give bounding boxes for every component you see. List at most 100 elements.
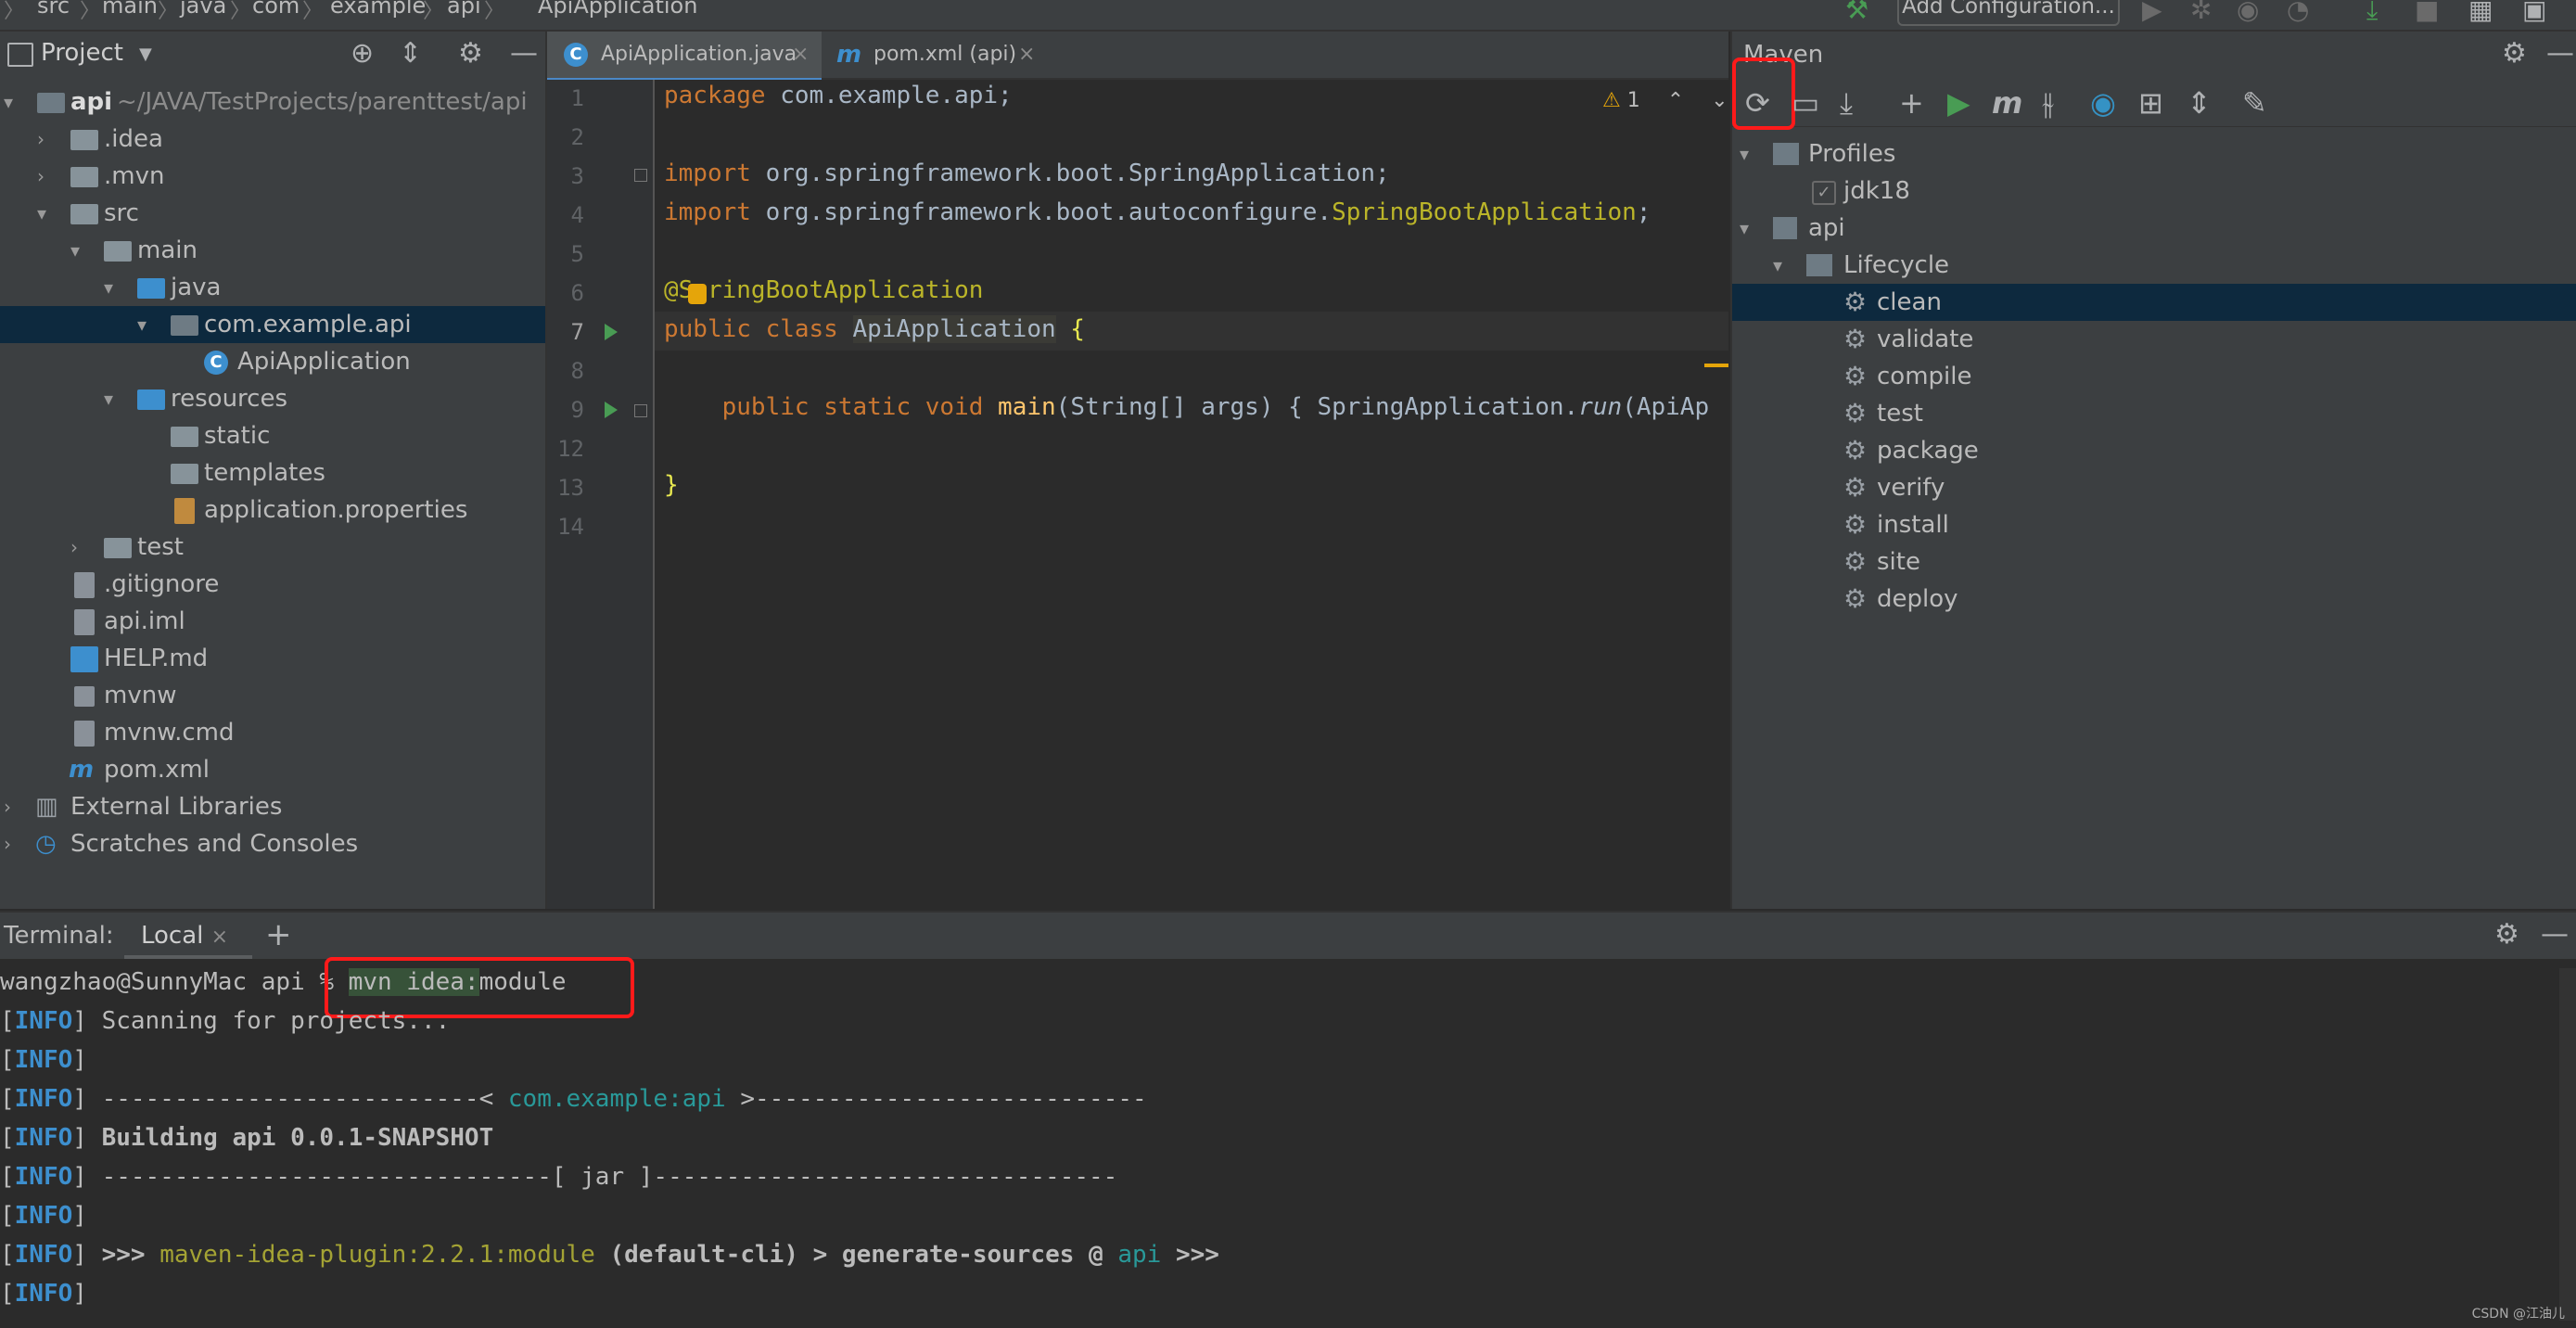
skip-tests-icon[interactable]: ◉ [2090, 85, 2116, 121]
tree-item-main[interactable]: ▾ main [0, 232, 545, 269]
error-stripe-marker[interactable] [1704, 364, 1728, 367]
chevron-down-icon[interactable]: ▾ [70, 232, 80, 269]
add-icon[interactable]: + [265, 916, 292, 953]
tree-item-pom[interactable]: m pom.xml [0, 751, 545, 788]
tree-item-templates[interactable]: templates [0, 454, 545, 492]
run-icon[interactable]: ▶ [2142, 0, 2162, 25]
tree-item-package[interactable]: ▾ com.example.api [0, 306, 545, 343]
hide-icon[interactable]: — [2546, 37, 2574, 70]
maven-goal-package[interactable]: ⚙ package [1732, 432, 2576, 469]
gear-icon[interactable]: ⚙ [2494, 918, 2519, 951]
run-configuration-button[interactable]: Add Configuration... [1897, 0, 2120, 26]
chevron-down-icon[interactable]: ▾ [1740, 135, 1749, 172]
maven-profile-item[interactable]: ✓ jdk18 [1732, 172, 2576, 210]
chevron-down-icon[interactable]: ⌄ [1711, 89, 1728, 112]
run-gutter-icon[interactable] [605, 324, 618, 340]
tree-item-idea[interactable]: › .idea [0, 121, 545, 158]
stop-icon[interactable]: ■ [2415, 0, 2439, 25]
gear-icon[interactable]: ⚙ [2502, 37, 2527, 70]
add-icon[interactable]: + [1899, 85, 1924, 121]
chevron-down-icon[interactable]: ▾ [4, 83, 13, 121]
tab-pom[interactable]: m pom.xml (api) × [825, 32, 1048, 78]
tree-item-gitignore[interactable]: .gitignore [0, 566, 545, 603]
fold-icon[interactable] [634, 169, 647, 182]
run-anything-icon[interactable]: ▣ [2522, 0, 2546, 25]
maven-goal-deploy[interactable]: ⚙ deploy [1732, 581, 2576, 618]
coverage-icon[interactable]: ◉ [2237, 0, 2259, 25]
terminal-tool-window[interactable]: Terminal: Local × + ⚙ — wangzhao@SunnyMa… [0, 911, 2576, 1328]
tree-item-help-md[interactable]: HELP.md [0, 640, 545, 677]
inspection-widget[interactable]: ⚠ 1 ⌃ ⌄ [1602, 89, 1728, 112]
build-hammer-icon[interactable]: ⚒ [1845, 0, 1868, 25]
project-panel-title[interactable]: Project [41, 39, 123, 67]
close-icon[interactable]: × [1018, 32, 1035, 78]
chevron-right-icon[interactable]: › [70, 529, 78, 566]
maven-goal-compile[interactable]: ⚙ compile [1732, 358, 2576, 395]
terminal-scrollbar[interactable] [2559, 968, 2576, 1321]
tree-item-resources[interactable]: ▾ resources [0, 380, 545, 417]
chevron-down-icon[interactable]: ▾ [104, 380, 113, 417]
intention-bulb-icon[interactable] [688, 284, 707, 304]
breadcrumb-item[interactable]: java [180, 0, 226, 19]
chevron-down-icon[interactable]: ▾ [37, 195, 46, 232]
tree-item-mvn[interactable]: › .mvn [0, 158, 545, 195]
maven-goal-validate[interactable]: ⚙ validate [1732, 321, 2576, 358]
maven-goal-install[interactable]: ⚙ install [1732, 506, 2576, 543]
tree-item-mvnw[interactable]: mvnw [0, 677, 545, 714]
chevron-down-icon[interactable]: ▾ [137, 306, 147, 343]
breadcrumb-item[interactable]: api [447, 0, 481, 19]
chevron-right-icon[interactable]: › [37, 121, 45, 158]
chevron-down-icon[interactable]: ▼ [139, 45, 152, 64]
run-icon[interactable]: ▶ [1947, 85, 1970, 121]
project-structure-icon[interactable]: ▦ [2468, 0, 2493, 25]
collapse-all-icon[interactable]: ⇕ [2187, 85, 2212, 121]
tab-local[interactable]: Local × [141, 922, 228, 950]
execute-goal-icon[interactable]: m [1992, 85, 2022, 121]
download-icon[interactable]: ⤓ [1840, 85, 1853, 121]
maven-goal-clean[interactable]: ⚙ clean [1732, 284, 2576, 321]
chevron-right-icon[interactable]: › [4, 825, 11, 862]
toggle-offline-icon[interactable]: ⫳ [2042, 85, 2054, 121]
tree-item-api-iml[interactable]: api.iml [0, 603, 545, 640]
maven-project-node[interactable]: ▾ api [1732, 210, 2576, 247]
checkbox-icon[interactable]: ✓ [1812, 181, 1836, 205]
tree-item-src[interactable]: ▾ src [0, 195, 545, 232]
locate-icon[interactable]: ⊕ [351, 37, 374, 70]
breadcrumb-item[interactable]: main [102, 0, 158, 19]
breadcrumb-item[interactable]: ApiApplication [538, 0, 697, 19]
tree-item-api[interactable]: ▾ api ~/JAVA/TestProjects/parenttest/api [0, 83, 545, 121]
tree-item-java[interactable]: ▾ java [0, 269, 545, 306]
tree-item-static[interactable]: static [0, 417, 545, 454]
maven-goal-site[interactable]: ⚙ site [1732, 543, 2576, 581]
collapse-all-icon[interactable]: ⇕ [399, 37, 422, 70]
tab-apiapplication[interactable]: C ApiApplication.java × [547, 32, 822, 82]
chevron-up-icon[interactable]: ⌃ [1667, 89, 1684, 112]
tree-item-test[interactable]: › test [0, 529, 545, 566]
gear-icon[interactable]: ⚙ [458, 37, 483, 70]
profile-icon[interactable]: ◔ [2287, 0, 2309, 25]
close-icon[interactable]: × [211, 926, 228, 949]
hide-icon[interactable]: — [510, 37, 538, 70]
fold-icon[interactable] [634, 404, 647, 417]
tree-item-external-libraries[interactable]: › ▥ External Libraries [0, 788, 545, 825]
show-dependencies-icon[interactable]: ⊞ [2138, 85, 2163, 121]
chevron-down-icon[interactable]: ▾ [104, 269, 113, 306]
breadcrumb-item[interactable]: example [330, 0, 426, 19]
tree-item-mvnw-cmd[interactable]: mvnw.cmd [0, 714, 545, 751]
maven-goal-verify[interactable]: ⚙ verify [1732, 469, 2576, 506]
generate-sources-icon[interactable]: ▭ [1792, 85, 1819, 121]
tree-item-scratches[interactable]: › ◷ Scratches and Consoles [0, 825, 545, 862]
run-gutter-icon[interactable] [605, 402, 618, 418]
debug-icon[interactable]: ✲ [2190, 0, 2212, 25]
tree-item-application-properties[interactable]: application.properties [0, 492, 545, 529]
wrench-icon[interactable]: ✎ [2242, 85, 2267, 121]
update-icon[interactable]: ⤓ [2366, 0, 2378, 26]
chevron-down-icon[interactable]: ▾ [1740, 210, 1749, 247]
hide-icon[interactable]: — [2541, 918, 2569, 951]
maven-goal-test[interactable]: ⚙ test [1732, 395, 2576, 432]
chevron-right-icon[interactable]: › [4, 788, 11, 825]
close-icon[interactable]: × [792, 32, 809, 78]
tree-item-apiapplication[interactable]: C ApiApplication [0, 343, 545, 380]
maven-lifecycle-node[interactable]: ▾ Lifecycle [1732, 247, 2576, 284]
chevron-right-icon[interactable]: › [37, 158, 45, 195]
